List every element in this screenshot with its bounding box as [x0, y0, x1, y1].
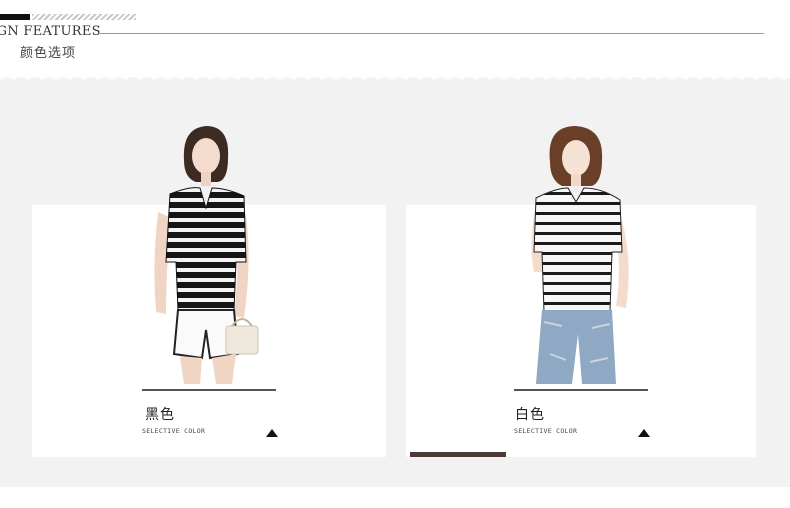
section-subtitle: 颜色选项 [20, 46, 77, 61]
header-hatch-bar [32, 14, 136, 20]
model-white-shirt-image [531, 126, 629, 384]
triangle-up-icon[interactable] [266, 429, 278, 437]
card-divider [514, 389, 648, 391]
section-title: SIGN FEATURES [0, 24, 101, 39]
model-black-shirt-image [154, 126, 259, 384]
color-name-black: 黑色 [145, 407, 175, 423]
slide-indicator-bar [410, 452, 506, 457]
selective-color-caption: SELECTIVE COLOR [514, 427, 578, 435]
header-rule [100, 33, 764, 34]
selective-color-caption: SELECTIVE COLOR [142, 427, 206, 435]
header-black-bar [0, 14, 30, 20]
card-divider [142, 389, 276, 391]
wavy-edge [0, 77, 790, 84]
color-name-white: 白色 [515, 407, 545, 423]
triangle-up-icon[interactable] [638, 429, 650, 437]
